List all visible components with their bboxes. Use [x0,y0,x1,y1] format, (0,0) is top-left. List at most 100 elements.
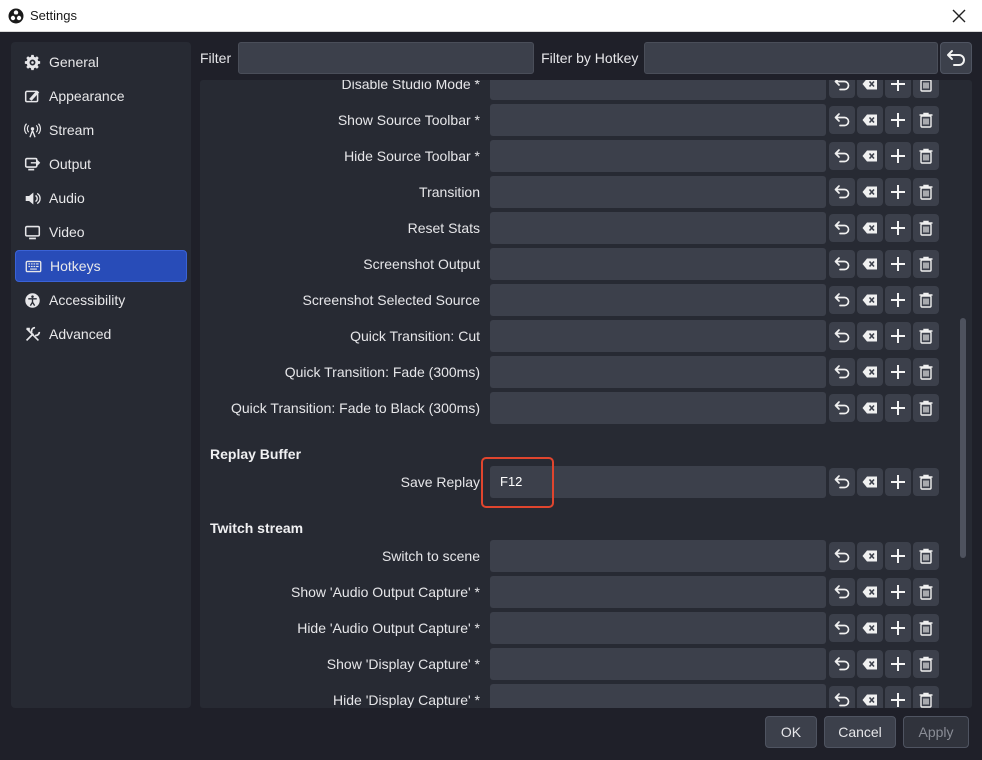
add-binding-button[interactable] [885,80,911,98]
remove-binding-button[interactable] [913,250,939,278]
add-binding-button[interactable] [885,614,911,642]
revert-button[interactable] [829,468,855,496]
remove-binding-button[interactable] [913,614,939,642]
hotkey-binding-field[interactable] [490,648,826,680]
hotkey-binding-field[interactable] [490,284,826,316]
hotkey-binding-field[interactable] [490,140,826,172]
remove-binding-button[interactable] [913,468,939,496]
clear-button[interactable] [857,650,883,678]
filter-hotkey-input[interactable] [644,42,939,74]
hotkey-binding-field[interactable] [490,392,826,424]
add-binding-button[interactable] [885,322,911,350]
hotkey-binding-field[interactable] [490,320,826,352]
add-binding-button[interactable] [885,286,911,314]
sidebar-item-video[interactable]: Video [15,216,187,248]
clear-button[interactable] [857,394,883,422]
add-binding-button[interactable] [885,214,911,242]
remove-binding-button[interactable] [913,106,939,134]
hotkey-binding-field[interactable] [490,356,826,388]
remove-binding-button[interactable] [913,142,939,170]
hotkey-binding-field[interactable] [490,684,826,708]
revert-button[interactable] [829,250,855,278]
revert-button[interactable] [829,286,855,314]
hotkey-binding-field[interactable] [490,612,826,644]
add-binding-button[interactable] [885,650,911,678]
add-binding-button[interactable] [885,178,911,206]
apply-button[interactable]: Apply [903,716,969,748]
remove-binding-button[interactable] [913,650,939,678]
clear-button[interactable] [857,614,883,642]
hotkey-name: Screenshot Selected Source [302,292,480,308]
hotkey-binding-field[interactable] [490,104,826,136]
revert-button[interactable] [829,80,855,98]
add-binding-button[interactable] [885,358,911,386]
remove-binding-button[interactable] [913,686,939,708]
clear-button[interactable] [857,322,883,350]
revert-button[interactable] [829,178,855,206]
clear-button[interactable] [857,286,883,314]
hotkey-binding-field[interactable] [490,540,826,572]
close-button[interactable] [936,0,982,32]
scrollbar[interactable] [958,80,970,708]
clear-button[interactable] [857,542,883,570]
revert-button[interactable] [829,142,855,170]
clear-button[interactable] [857,468,883,496]
revert-button[interactable] [829,578,855,606]
clear-button[interactable] [857,80,883,98]
ok-button[interactable]: OK [765,716,817,748]
clear-button[interactable] [857,578,883,606]
reset-filter-button[interactable] [940,42,972,74]
add-binding-button[interactable] [885,250,911,278]
hotkey-binding-field[interactable] [490,248,826,280]
add-binding-button[interactable] [885,394,911,422]
revert-button[interactable] [829,358,855,386]
cancel-button[interactable]: Cancel [824,716,896,748]
clear-button[interactable] [857,250,883,278]
sidebar-item-general[interactable]: General [15,46,187,78]
hotkey-binding-field[interactable] [490,212,826,244]
hotkey-binding-field[interactable]: F12 [490,466,826,498]
clear-button[interactable] [857,214,883,242]
clear-button[interactable] [857,178,883,206]
sidebar-item-output[interactable]: Output [15,148,187,180]
sidebar-item-stream[interactable]: Stream [15,114,187,146]
revert-button[interactable] [829,394,855,422]
revert-button[interactable] [829,322,855,350]
filter-input[interactable] [238,42,535,74]
add-binding-button[interactable] [885,106,911,134]
sidebar-item-advanced[interactable]: Advanced [15,318,187,350]
add-binding-button[interactable] [885,468,911,496]
clear-button[interactable] [857,686,883,708]
hotkey-list[interactable]: Replay Buffer Twitch stream Disable Stud… [200,80,972,708]
remove-binding-button[interactable] [913,214,939,242]
remove-binding-button[interactable] [913,286,939,314]
revert-button[interactable] [829,650,855,678]
add-binding-button[interactable] [885,578,911,606]
sidebar-item-audio[interactable]: Audio [15,182,187,214]
clear-button[interactable] [857,142,883,170]
add-binding-button[interactable] [885,142,911,170]
remove-binding-button[interactable] [913,322,939,350]
add-binding-button[interactable] [885,542,911,570]
sidebar-item-hotkeys[interactable]: Hotkeys [15,250,187,282]
remove-binding-button[interactable] [913,578,939,606]
clear-button[interactable] [857,106,883,134]
revert-button[interactable] [829,214,855,242]
revert-button[interactable] [829,106,855,134]
hotkey-binding-field[interactable] [490,576,826,608]
remove-binding-button[interactable] [913,394,939,422]
add-binding-button[interactable] [885,686,911,708]
scrollbar-thumb[interactable] [960,318,966,558]
clear-button[interactable] [857,358,883,386]
revert-button[interactable] [829,614,855,642]
revert-button[interactable] [829,686,855,708]
remove-binding-button[interactable] [913,358,939,386]
remove-binding-button[interactable] [913,542,939,570]
hotkey-binding-field[interactable] [490,80,826,100]
hotkey-binding-field[interactable] [490,176,826,208]
sidebar-item-accessibility[interactable]: Accessibility [15,284,187,316]
sidebar-item-appearance[interactable]: Appearance [15,80,187,112]
remove-binding-button[interactable] [913,80,939,98]
remove-binding-button[interactable] [913,178,939,206]
revert-button[interactable] [829,542,855,570]
